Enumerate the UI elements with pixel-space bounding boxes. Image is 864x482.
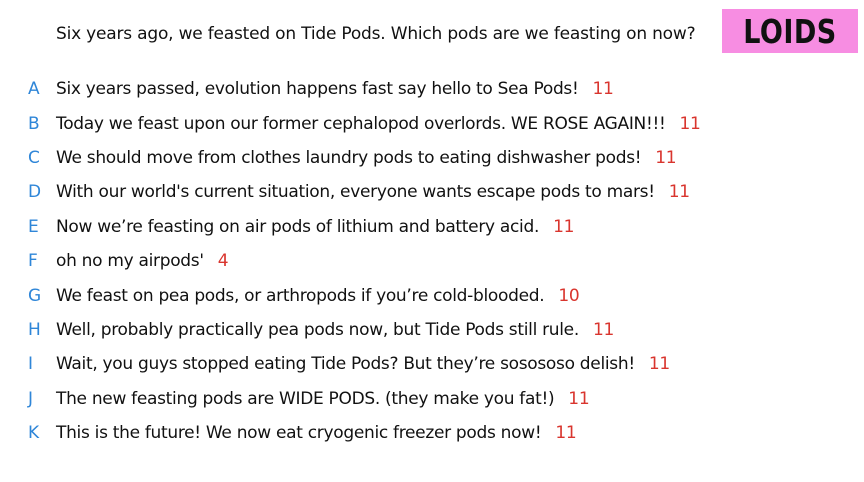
answer-score: 11 [568,388,590,409]
answer-row-h[interactable]: H Well, probably practically pea pods no… [0,313,864,347]
answer-text: oh no my airpods' [56,251,204,272]
answer-text: Now we’re feasting on air pods of lithiu… [56,216,540,237]
answer-text: Well, probably practically pea pods now,… [56,319,579,340]
answer-letter: K [28,423,40,444]
answer-letter: G [28,285,42,306]
answer-row-j[interactable]: J The new feasting pods are WIDE PODS. (… [0,382,864,416]
answer-list: A Six years passed, evolution happens fa… [0,72,864,450]
answer-letter: F [28,251,38,272]
answer-letter: I [28,354,34,375]
answer-row-k[interactable]: K This is the future! We now eat cryogen… [0,416,864,450]
answer-score: 11 [553,216,575,237]
answer-letter: E [28,216,39,237]
answer-row-a[interactable]: A Six years passed, evolution happens fa… [0,72,864,106]
answer-letter: H [28,319,41,340]
answer-letter: A [28,79,40,100]
answer-row-i[interactable]: I Wait, you guys stopped eating Tide Pod… [0,347,864,381]
question-prompt: Six years ago, we feasted on Tide Pods. … [56,24,696,44]
answer-score: 11 [592,319,614,340]
answer-text: The new feasting pods are WIDE PODS. (th… [56,388,555,409]
answer-score: 11 [555,423,577,444]
answer-score: 11 [655,147,677,168]
answer-score: 11 [668,182,690,203]
answer-letter: C [28,147,40,168]
answer-row-g[interactable]: G We feast on pea pods, or arthropods if… [0,278,864,312]
answer-text: Today we feast upon our former cephalopo… [56,113,666,134]
answer-text: This is the future! We now eat cryogenic… [56,423,542,444]
answer-score: 11 [679,113,701,134]
answer-text: We should move from clothes laundry pods… [56,147,642,168]
answer-letter: B [28,113,40,134]
answer-text: With our world's current situation, ever… [56,182,655,203]
answer-row-d[interactable]: D With our world's current situation, ev… [0,175,864,209]
answer-row-b[interactable]: B Today we feast upon our former cephalo… [0,106,864,140]
logo-text: LOIDS [743,11,837,51]
answer-text: Six years passed, evolution happens fast… [56,79,579,100]
answer-row-e[interactable]: E Now we’re feasting on air pods of lith… [0,210,864,244]
answer-score: 4 [217,251,229,272]
answer-letter: J [28,388,34,409]
answer-letter: D [28,182,42,203]
answer-score: 11 [592,79,614,100]
answer-text: We feast on pea pods, or arthropods if y… [56,285,545,306]
answer-score: 11 [648,354,670,375]
loids-logo: LOIDS [722,9,858,53]
answer-row-f[interactable]: F oh no my airpods' 4 [0,244,864,278]
answer-score: 10 [558,285,580,306]
answer-text: Wait, you guys stopped eating Tide Pods?… [56,354,635,375]
answer-row-c[interactable]: C We should move from clothes laundry po… [0,141,864,175]
